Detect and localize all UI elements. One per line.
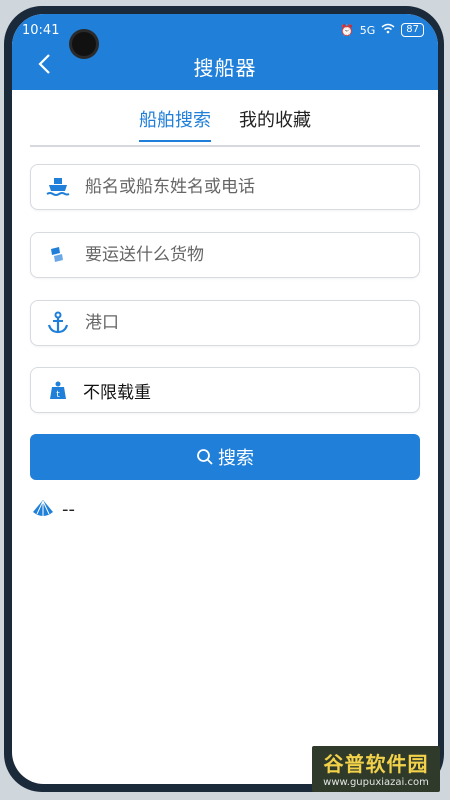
- result-row: --: [30, 498, 75, 520]
- phone-frame: 10:41 ⏰ 5G 87 搜船器 船舶搜索 我的收藏 船名或船东姓名或电话 要…: [4, 6, 444, 792]
- tonnage-select[interactable]: t 不限载重: [30, 367, 420, 413]
- tab-ship-search[interactable]: 船舶搜索: [139, 100, 211, 142]
- anchor-icon: [45, 310, 71, 336]
- tab-favorites[interactable]: 我的收藏: [239, 100, 311, 142]
- watermark-url: www.gupuxiazai.com: [323, 777, 429, 788]
- cargo-input[interactable]: [83, 244, 387, 266]
- search-button[interactable]: 搜索: [30, 434, 420, 480]
- battery-indicator: 87: [401, 23, 424, 37]
- status-bar: 10:41 ⏰ 5G 87: [12, 14, 438, 56]
- app-screen: 10:41 ⏰ 5G 87 搜船器 船舶搜索 我的收藏 船名或船东姓名或电话 要…: [12, 14, 438, 784]
- ship-icon: [45, 174, 71, 200]
- cargo-field[interactable]: [30, 232, 420, 278]
- tab-bar: 船舶搜索 我的收藏: [12, 100, 438, 142]
- alarm-icon: ⏰: [340, 23, 354, 37]
- wifi-icon: [381, 23, 395, 37]
- weight-icon: t: [45, 377, 71, 403]
- search-icon: [197, 449, 213, 465]
- svg-text:t: t: [56, 390, 60, 400]
- top-bar: 10:41 ⏰ 5G 87 搜船器: [12, 14, 438, 90]
- watermark-title: 谷普软件园: [323, 752, 429, 776]
- watermark-logo: 谷普软件园 www.gupuxiazai.com: [312, 746, 440, 792]
- status-icons: ⏰ 5G 87: [340, 23, 424, 37]
- port-input[interactable]: [83, 312, 387, 334]
- network-label: 5G: [359, 23, 376, 37]
- result-text: --: [62, 498, 75, 520]
- page-title: 搜船器: [193, 56, 257, 80]
- status-time: 10:41: [22, 23, 60, 38]
- tonnage-value: 不限载重: [83, 382, 151, 403]
- ship-search-input[interactable]: [83, 176, 387, 198]
- search-button-label: 搜索: [218, 448, 254, 469]
- port-field[interactable]: [30, 300, 420, 346]
- shell-icon: [33, 500, 53, 516]
- ship-search-field[interactable]: [30, 164, 420, 210]
- tab-divider: [30, 145, 420, 147]
- cargo-icon: [45, 242, 71, 268]
